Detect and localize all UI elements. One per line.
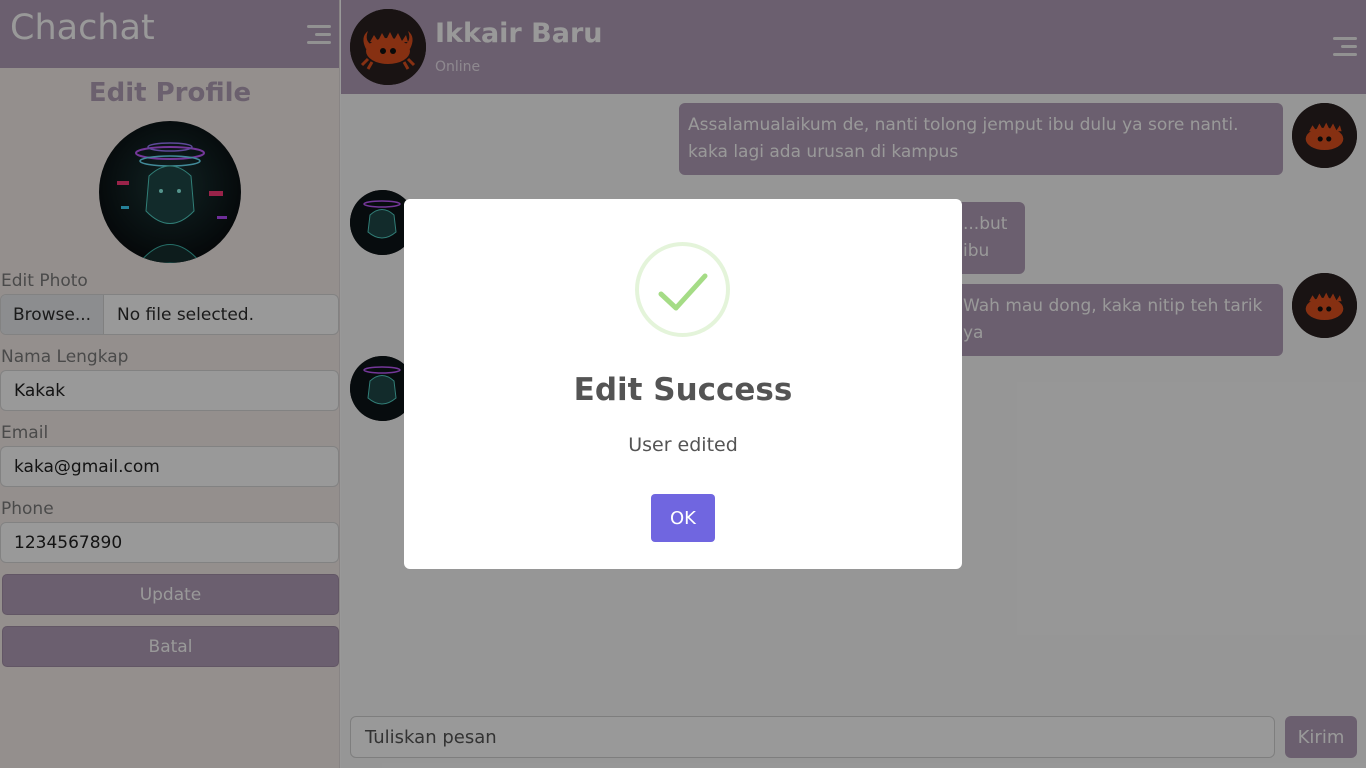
success-check-icon — [635, 242, 730, 337]
ok-button[interactable]: OK — [651, 494, 715, 542]
dialog-title: Edit Success — [573, 372, 793, 408]
dialog-message: User edited — [628, 434, 738, 456]
success-dialog: Edit Success User edited OK — [404, 199, 962, 569]
